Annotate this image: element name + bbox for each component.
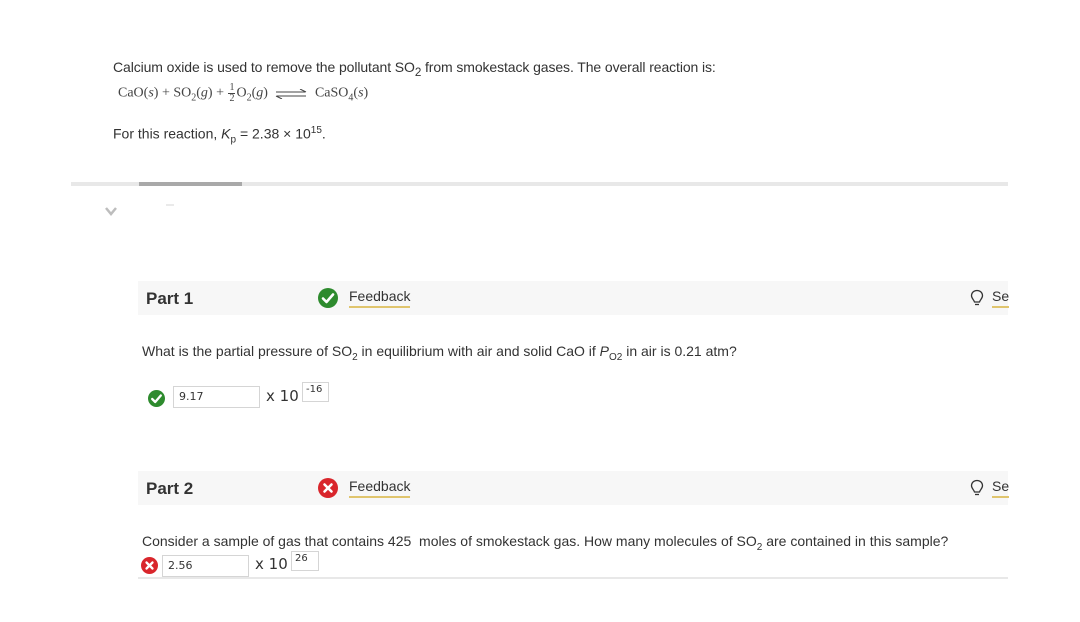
eq-frac-den: 2 <box>229 93 235 104</box>
kp-exponent: 15 <box>310 125 322 136</box>
eq-caso4: CaSO <box>314 85 349 101</box>
part-2-header: Part 2 Feedback Se <box>138 471 1010 505</box>
eq-paren: ) <box>363 85 369 101</box>
mantissa-input[interactable]: 9.17 <box>173 386 260 408</box>
lightbulb-icon[interactable] <box>970 289 984 307</box>
reaction-equation: CaO(s) + SO2(g) + 1 2 O2(g) CaSO4(s) <box>118 83 368 104</box>
question-text: What is the partial pressure of SO <box>142 343 353 359</box>
question-text: in equilibrium with air and solid CaO if <box>357 343 600 359</box>
part-title: Part 2 <box>146 479 194 498</box>
kp-statement: For this reaction, Kp = 2.38 × 1015. <box>113 125 326 145</box>
part-2-answer-row: 2.56 x 10 26 <box>140 551 340 579</box>
kp-prefix: For this reaction, <box>113 125 222 142</box>
eq-o2: O <box>236 85 247 101</box>
intro-text: Calcium oxide is used to remove the poll… <box>113 59 415 75</box>
pressure-subscript: O2 <box>609 351 623 363</box>
part-1-header: Part 1 Feedback Se <box>138 281 1010 315</box>
check-circle-icon <box>148 390 165 407</box>
hint-link[interactable]: Se <box>992 288 1010 308</box>
eq-fraction: 12 <box>228 83 236 104</box>
exponent-input[interactable]: 26 <box>291 551 319 571</box>
feedback-link[interactable]: Feedback <box>349 288 411 308</box>
check-circle-icon <box>318 288 338 308</box>
progress-fill <box>139 182 242 186</box>
kp-symbol: K <box>221 125 231 142</box>
question-text: in air is 0.21 atm? <box>622 343 737 359</box>
times-ten-label: x 10 <box>255 555 288 573</box>
chevron-down-icon[interactable] <box>104 205 118 217</box>
x-circle-icon <box>318 478 338 498</box>
lightbulb-icon[interactable] <box>970 479 984 497</box>
mantissa-input[interactable]: 2.56 <box>162 555 249 577</box>
hint-link[interactable]: Se <box>992 478 1010 498</box>
part-1-answer-row: 9.17 x 10 -16 <box>146 382 346 410</box>
exponent-input[interactable]: -16 <box>302 382 329 402</box>
eq-state: g <box>200 85 208 101</box>
question-text: are contained in this sample? <box>762 533 949 549</box>
eq-paren: ) <box>263 85 268 101</box>
eq-plus: ) + <box>207 85 228 101</box>
problem-intro: Calcium oxide is used to remove the poll… <box>113 59 716 79</box>
pressure-symbol: P <box>599 343 609 359</box>
equilibrium-arrow-icon <box>276 88 307 99</box>
question-text: Consider a sample of gas that contains 4… <box>142 533 757 549</box>
kp-end: . <box>321 125 326 142</box>
feedback-link[interactable]: Feedback <box>349 478 411 498</box>
kp-value: = 2.38 × 10 <box>236 125 311 142</box>
divider <box>166 204 174 206</box>
part-1-question: What is the partial pressure of SO2 in e… <box>142 343 737 363</box>
x-circle-icon <box>141 557 158 574</box>
intro-text-end: from smokestack gases. The overall react… <box>421 59 716 75</box>
eq-so2: ) + SO <box>153 85 192 101</box>
part-title: Part 1 <box>146 289 194 308</box>
eq-cao: CaO( <box>118 85 149 101</box>
part-2-question: Consider a sample of gas that contains 4… <box>142 533 948 553</box>
divider <box>138 577 1008 579</box>
times-ten-label: x 10 <box>266 387 299 405</box>
